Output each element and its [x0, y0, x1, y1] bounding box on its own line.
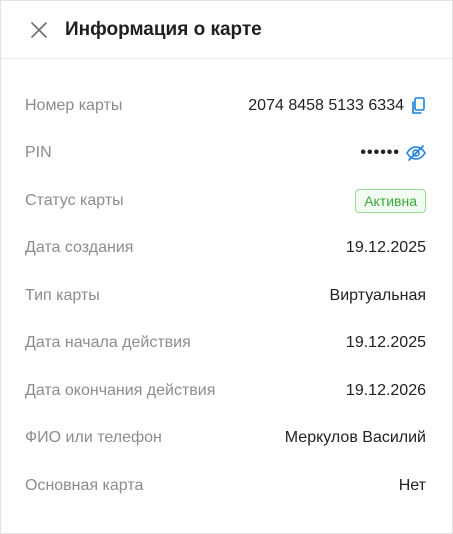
card-status-row: Статус карты Активна [25, 177, 426, 225]
pin-value: •••••• [360, 144, 400, 162]
end-date-row: Дата окончания действия 19.12.2026 [25, 367, 426, 415]
start-date-value: 19.12.2025 [345, 334, 426, 352]
page-title: Информация о карте [65, 18, 262, 40]
start-date-label: Дата начала действия [25, 334, 191, 352]
card-number-value-group: 2074 8458 5133 6334 [248, 97, 426, 115]
copy-card-number-button[interactable] [410, 96, 426, 115]
card-number-label: Номер карты [25, 96, 123, 114]
panel-header: Информация о карте [1, 1, 452, 59]
card-type-row: Тип карты Виртуальная [25, 272, 426, 320]
holder-row: ФИО или телефон Меркулов Василий [25, 415, 426, 463]
card-info-panel: Информация о карте Номер карты 2074 8458… [0, 0, 453, 534]
card-type-label: Тип карты [25, 286, 100, 304]
card-number-value: 2074 8458 5133 6334 [248, 96, 404, 114]
pin-label: PIN [25, 144, 52, 162]
pin-value-group: •••••• [360, 144, 426, 162]
eye-off-icon [406, 145, 426, 162]
creation-date-label: Дата создания [25, 239, 134, 257]
start-date-row: Дата начала действия 19.12.2025 [25, 320, 426, 368]
status-badge: Активна [355, 188, 426, 213]
end-date-value: 19.12.2026 [345, 381, 426, 399]
toggle-pin-visibility-button[interactable] [406, 145, 426, 162]
pin-row: PIN •••••• [25, 130, 426, 178]
close-button[interactable] [29, 20, 49, 40]
card-type-value: Виртуальная [329, 286, 426, 304]
card-status-label: Статус карты [25, 191, 124, 209]
primary-card-row: Основная карта Нет [25, 462, 426, 510]
holder-value: Меркулов Василий [284, 429, 426, 447]
holder-label: ФИО или телефон [25, 429, 162, 447]
primary-card-value: Нет [398, 476, 426, 494]
primary-card-label: Основная карта [25, 476, 144, 494]
creation-date-value: 19.12.2025 [345, 239, 426, 257]
close-icon [31, 21, 47, 38]
end-date-label: Дата окончания действия [25, 381, 216, 399]
creation-date-row: Дата создания 19.12.2025 [25, 225, 426, 273]
copy-icon [412, 96, 425, 114]
card-number-row: Номер карты 2074 8458 5133 6334 [25, 82, 426, 130]
card-details-list: Номер карты 2074 8458 5133 6334 PIN ••••… [1, 82, 452, 510]
